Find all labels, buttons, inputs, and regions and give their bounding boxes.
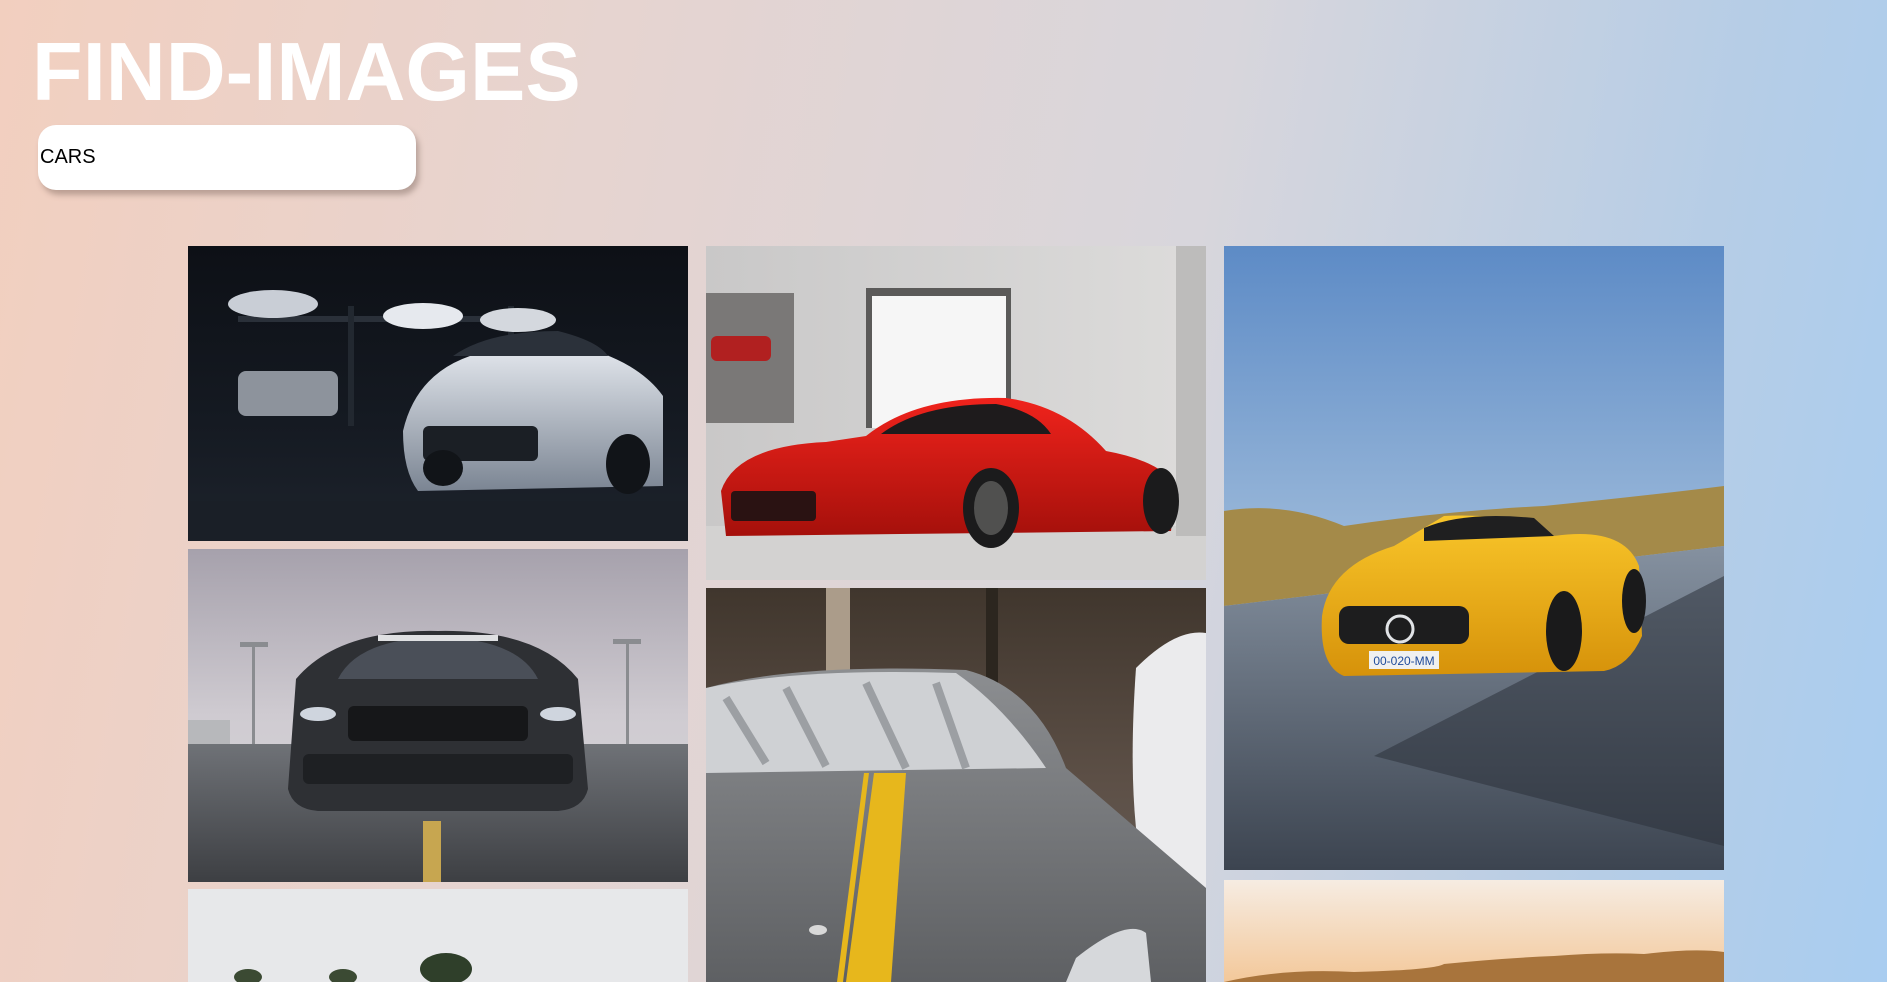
car-photo-yellow-amg: 00-020-MM xyxy=(1224,246,1724,870)
car-photo-silver-garage xyxy=(188,246,688,541)
gallery-image-7[interactable] xyxy=(1224,880,1724,982)
car-photo-mustang xyxy=(188,549,688,882)
gallery-image-2[interactable] xyxy=(706,246,1206,580)
windshield-banner xyxy=(378,635,498,641)
car-photo-trees xyxy=(188,889,688,982)
car-photo-desert xyxy=(1224,880,1724,982)
car-photo-red-hypercar xyxy=(706,246,1206,580)
image-gallery: 00-020-MM xyxy=(188,246,1724,982)
gallery-image-4[interactable] xyxy=(188,549,688,882)
gallery-image-5[interactable] xyxy=(706,588,1206,982)
gallery-image-3[interactable]: 00-020-MM xyxy=(1224,246,1724,870)
gallery-image-1[interactable] xyxy=(188,246,688,541)
gallery-image-6[interactable] xyxy=(188,889,688,982)
license-plate-text: 00-020-MM xyxy=(1373,654,1434,668)
search-input[interactable] xyxy=(38,125,416,190)
car-photo-grey-stripe xyxy=(706,588,1206,982)
bottom-divider xyxy=(0,982,1887,987)
app-title: FIND-IMAGES xyxy=(32,25,581,118)
